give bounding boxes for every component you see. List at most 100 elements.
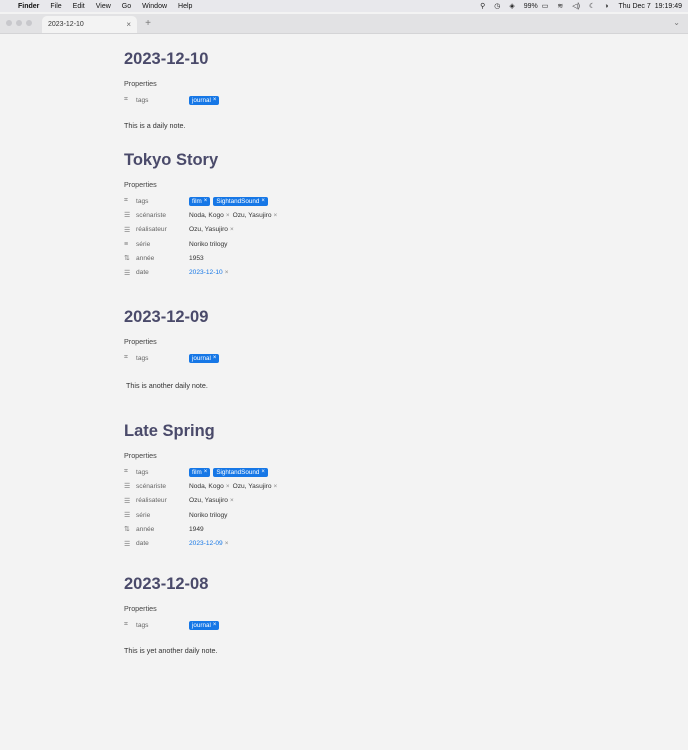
property-key[interactable]: tags	[136, 97, 189, 104]
wifi-icon[interactable]: ≋	[557, 2, 563, 10]
property-key[interactable]: tags	[136, 198, 189, 205]
remove-value-icon[interactable]: ×	[274, 212, 278, 219]
remove-value-icon[interactable]: ×	[230, 226, 234, 233]
remove-tag-icon[interactable]: ×	[261, 468, 265, 477]
remove-value-icon[interactable]: ×	[226, 212, 230, 219]
tag-pill[interactable]: journal ×	[189, 95, 220, 105]
tag-pill[interactable]: SightandSound ×	[213, 196, 268, 206]
remove-tag-icon[interactable]: ×	[213, 96, 217, 105]
menu-window[interactable]: Window	[142, 3, 167, 10]
property-key[interactable]: tags	[136, 355, 189, 362]
property-tags: ⌗ tags film × SightandSound ×	[124, 465, 544, 479]
clock-day[interactable]: Thu Dec 7	[618, 3, 650, 10]
tab-list-chevron-icon[interactable]: ⌄	[673, 18, 680, 27]
tag-pill[interactable]: journal ×	[189, 353, 220, 363]
tag-pill[interactable]: film ×	[189, 467, 211, 477]
tag-label: SightandSound	[216, 197, 260, 205]
property-tags: ⌗ tags film × SightandSound ×	[124, 194, 544, 208]
tag-pill[interactable]: journal ×	[189, 620, 220, 630]
menu-view[interactable]: View	[96, 3, 111, 10]
minimize-window-button[interactable]	[16, 20, 22, 26]
tag-pill[interactable]: SightandSound ×	[213, 467, 268, 477]
menu-finder[interactable]: Finder	[18, 3, 39, 10]
property-key[interactable]: date	[136, 269, 189, 276]
clock-time[interactable]: 19:19:49	[655, 3, 682, 10]
text-value[interactable]: Noriko trilogy	[189, 241, 227, 248]
control-center-icon[interactable]: ◑	[604, 3, 608, 10]
remove-tag-icon[interactable]: ×	[204, 197, 208, 206]
menu-help[interactable]: Help	[178, 3, 192, 10]
remove-value-icon[interactable]: ×	[225, 269, 229, 276]
remove-tag-icon[interactable]: ×	[261, 197, 265, 206]
cloud-icon[interactable]: ◷	[494, 2, 500, 10]
properties-heading[interactable]: Properties	[124, 79, 544, 89]
property-scenariste: ☰ scénariste Noda, Kogo × Ozu, Yasujiro ×	[124, 479, 544, 493]
tab-close-icon[interactable]: ×	[126, 20, 131, 29]
remove-tag-icon[interactable]: ×	[204, 468, 208, 477]
close-window-button[interactable]	[6, 20, 12, 26]
property-key[interactable]: scénariste	[136, 212, 189, 219]
text-value[interactable]: Noriko trilogy	[189, 512, 227, 519]
volume-icon[interactable]: ◁)	[572, 2, 580, 10]
property-tags: ⌗ tags journal ×	[124, 351, 544, 365]
properties-heading[interactable]: Properties	[124, 180, 544, 190]
list-value[interactable]: Ozu, Yasujiro	[189, 226, 228, 233]
properties-heading[interactable]: Properties	[124, 337, 544, 347]
list-value[interactable]: Ozu, Yasujiro	[233, 212, 272, 219]
note-body[interactable]: This is a daily note.	[124, 121, 544, 130]
list-value[interactable]: Ozu, Yasujiro	[233, 483, 272, 490]
remove-tag-icon[interactable]: ×	[213, 354, 217, 363]
remove-tag-icon[interactable]: ×	[213, 621, 217, 630]
property-annee: ⇅ année 1953	[124, 251, 544, 265]
menu-file[interactable]: File	[50, 3, 61, 10]
new-tab-button[interactable]: +	[140, 13, 156, 33]
note-body[interactable]: This is yet another daily note.	[124, 646, 544, 655]
list-icon: ☰	[124, 212, 131, 220]
layers-icon[interactable]: ◈	[509, 2, 514, 10]
remove-value-icon[interactable]: ×	[225, 540, 229, 547]
property-key[interactable]: tags	[136, 622, 189, 629]
property-key[interactable]: année	[136, 526, 189, 533]
remove-value-icon[interactable]: ×	[274, 483, 278, 490]
property-key[interactable]: série	[136, 241, 189, 248]
number-icon: ⇅	[124, 255, 130, 263]
list-value[interactable]: Noda, Kogo	[189, 483, 224, 490]
properties-heading[interactable]: Properties	[124, 451, 544, 461]
property-key[interactable]: réalisateur	[136, 497, 189, 504]
number-value[interactable]: 1953	[189, 255, 204, 262]
date-link[interactable]: 2023-12-10	[189, 269, 223, 276]
tag-icon: ⌗	[124, 197, 128, 205]
note-body[interactable]: This is another daily note.	[126, 381, 544, 390]
tag-label: film	[192, 468, 202, 476]
property-tags: ⌗ tags journal ×	[124, 93, 544, 107]
tab-title: 2023-12-10	[48, 21, 84, 28]
note-2023-12-09: 2023-12-09 Properties ⌗ tags journal × Th…	[124, 306, 544, 390]
property-key[interactable]: réalisateur	[136, 226, 189, 233]
attachment-icon[interactable]: ⚲	[480, 2, 485, 10]
property-key[interactable]: tags	[136, 469, 189, 476]
property-key[interactable]: date	[136, 540, 189, 547]
menu-edit[interactable]: Edit	[73, 3, 85, 10]
property-key[interactable]: scénariste	[136, 483, 189, 490]
number-value[interactable]: 1949	[189, 526, 204, 533]
property-date: ☰ date 2023-12-09 ×	[124, 536, 544, 550]
date-link[interactable]: 2023-12-09	[189, 540, 223, 547]
properties-heading[interactable]: Properties	[124, 604, 544, 614]
note-2023-12-08: 2023-12-08 Properties ⌗ tags journal × Th…	[124, 573, 544, 655]
property-realisateur: ☰ réalisateur Ozu, Yasujiro ×	[124, 223, 544, 237]
property-key[interactable]: série	[136, 512, 189, 519]
tab-active[interactable]: 2023-12-10 ×	[42, 16, 137, 33]
remove-value-icon[interactable]: ×	[230, 497, 234, 504]
note-title: 2023-12-09	[124, 308, 209, 326]
zoom-window-button[interactable]	[26, 20, 32, 26]
focus-moon-icon[interactable]: ☾	[589, 2, 595, 10]
battery-icon[interactable]: ▭	[542, 2, 549, 10]
tag-pill[interactable]: film ×	[189, 196, 211, 206]
remove-value-icon[interactable]: ×	[226, 483, 230, 490]
property-key[interactable]: année	[136, 255, 189, 262]
list-value[interactable]: Noda, Kogo	[189, 212, 224, 219]
note-2023-12-10: 2023-12-10 Properties ⌗ tags journal × Th…	[124, 48, 544, 130]
list-value[interactable]: Ozu, Yasujiro	[189, 497, 228, 504]
menu-go[interactable]: Go	[122, 3, 131, 10]
tag-icon: ⌗	[124, 621, 128, 629]
